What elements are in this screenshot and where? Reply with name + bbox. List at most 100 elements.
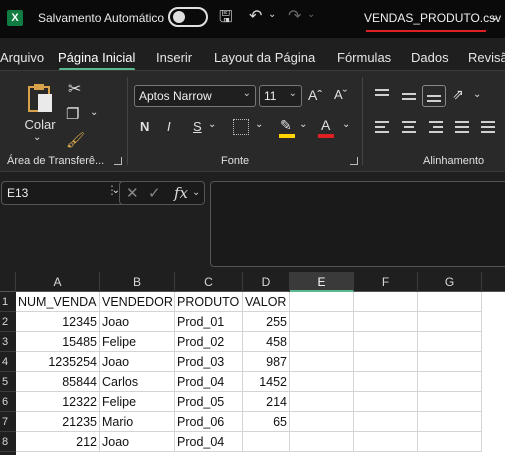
table-cell[interactable] (290, 412, 354, 432)
header-cell[interactable]: PRODUTO (175, 292, 243, 312)
table-cell[interactable]: Prod_03 (175, 352, 243, 372)
table-cell[interactable]: Joao (100, 432, 175, 452)
table-cell[interactable]: Mario (100, 412, 175, 432)
header-cell[interactable] (354, 292, 418, 312)
align-bottom-button[interactable] (422, 85, 446, 107)
tab-inserir[interactable]: Inserir (156, 50, 192, 65)
table-cell[interactable] (243, 432, 290, 452)
decrease-indent-icon[interactable] (455, 121, 469, 136)
table-cell[interactable] (354, 392, 418, 412)
table-cell[interactable]: 21235 (16, 412, 100, 432)
table-cell[interactable]: Prod_04 (175, 372, 243, 392)
column-header[interactable]: A (16, 272, 100, 292)
table-cell[interactable]: Joao (100, 352, 175, 372)
table-cell[interactable] (354, 372, 418, 392)
column-header[interactable]: D (243, 272, 290, 292)
enter-icon[interactable]: ✓ (148, 184, 161, 202)
paste-label[interactable]: Colar (22, 117, 58, 132)
table-cell[interactable]: 1235254 (16, 352, 100, 372)
row-header[interactable]: 5 (0, 372, 16, 392)
chevron-down-icon[interactable]: ⌄ (208, 119, 216, 130)
table-cell[interactable]: 12322 (16, 392, 100, 412)
tab-formulas[interactable]: Fórmulas (337, 50, 391, 65)
table-cell[interactable] (354, 332, 418, 352)
table-cell[interactable]: Felipe (100, 392, 175, 412)
table-cell[interactable]: 458 (243, 332, 290, 352)
table-cell[interactable] (290, 392, 354, 412)
chevron-down-icon[interactable]: ⌄ (490, 9, 500, 23)
font-launcher-icon[interactable] (350, 157, 358, 165)
borders-icon[interactable] (233, 119, 249, 135)
table-cell[interactable] (290, 332, 354, 352)
chevron-down-icon[interactable]: ⌄ (90, 107, 98, 118)
table-cell[interactable] (290, 372, 354, 392)
cut-icon[interactable]: ✂ (68, 79, 81, 99)
table-cell[interactable]: 1452 (243, 372, 290, 392)
align-center-icon[interactable] (402, 121, 416, 136)
table-cell[interactable]: Prod_05 (175, 392, 243, 412)
table-cell[interactable] (354, 312, 418, 332)
row-header[interactable]: 3 (0, 332, 16, 352)
align-middle-icon[interactable] (402, 93, 416, 103)
table-cell[interactable] (418, 392, 482, 412)
chevron-down-icon[interactable]: ⌄ (342, 119, 350, 130)
bold-button[interactable]: N (140, 119, 149, 134)
insert-function-icon[interactable]: fx (174, 184, 188, 202)
table-cell[interactable]: 255 (243, 312, 290, 332)
spreadsheet-grid[interactable]: A B C D E F G 1 2 3 4 5 6 7 8 NUM_VENDA V… (0, 272, 505, 455)
orientation-icon[interactable]: ⇗ (452, 86, 464, 103)
column-header[interactable]: F (354, 272, 418, 292)
row-header[interactable]: 1 (0, 292, 16, 312)
row-header[interactable]: 4 (0, 352, 16, 372)
table-cell[interactable]: 12345 (16, 312, 100, 332)
table-cell[interactable]: 15485 (16, 332, 100, 352)
table-cell[interactable]: Carlos (100, 372, 175, 392)
table-cell[interactable]: 212 (16, 432, 100, 452)
tab-dados[interactable]: Dados (411, 50, 449, 65)
chevron-down-icon[interactable]: ⌄ (299, 119, 307, 130)
header-cell[interactable]: VALOR (243, 292, 290, 312)
cancel-icon[interactable]: ✕ (126, 184, 139, 202)
table-cell[interactable]: Prod_02 (175, 332, 243, 352)
align-right-icon[interactable] (429, 121, 443, 136)
underline-button[interactable]: S (193, 119, 202, 134)
chevron-down-icon[interactable]: ⌄ (255, 119, 263, 130)
font-color-icon[interactable]: A (321, 117, 330, 133)
table-cell[interactable] (418, 432, 482, 452)
undo-icon[interactable]: ↶ (249, 6, 262, 26)
save-icon[interactable]: 🖫 (219, 6, 233, 33)
redo-dropdown-icon[interactable]: ⌄ (307, 9, 315, 20)
select-all-corner[interactable] (0, 272, 16, 292)
table-cell[interactable] (418, 312, 482, 332)
column-header[interactable]: C (175, 272, 243, 292)
table-cell[interactable] (418, 352, 482, 372)
table-cell[interactable]: Prod_04 (175, 432, 243, 452)
table-cell[interactable] (418, 332, 482, 352)
autosave-toggle[interactable] (168, 7, 208, 27)
table-cell[interactable] (354, 352, 418, 372)
italic-button[interactable]: I (167, 119, 171, 134)
font-name-dropdown[interactable]: Aptos Narrow ⌄ (134, 85, 256, 107)
table-cell[interactable]: 65 (243, 412, 290, 432)
header-cell[interactable]: VENDEDOR (100, 292, 175, 312)
formula-input[interactable] (210, 181, 505, 267)
redo-icon[interactable]: ↷ (288, 6, 301, 26)
row-header[interactable]: 2 (0, 312, 16, 332)
column-header[interactable]: B (100, 272, 175, 292)
align-top-icon[interactable] (375, 89, 389, 99)
table-cell[interactable]: 214 (243, 392, 290, 412)
decrease-font-icon[interactable]: Aˇ (334, 87, 347, 102)
table-cell[interactable]: Prod_06 (175, 412, 243, 432)
chevron-down-icon[interactable]: ⌄ (473, 89, 481, 100)
row-header[interactable]: 6 (0, 392, 16, 412)
table-cell[interactable] (418, 372, 482, 392)
tab-layout[interactable]: Layout da Página (214, 50, 315, 65)
tab-pagina-inicial[interactable]: Página Inicial (58, 50, 135, 65)
table-cell[interactable] (290, 312, 354, 332)
more-options-icon[interactable]: ⋮ (106, 183, 118, 197)
clipboard-launcher-icon[interactable] (114, 157, 122, 165)
font-size-dropdown[interactable]: 11 ⌄ (259, 85, 302, 107)
column-header-selected[interactable]: E (290, 272, 354, 292)
chevron-down-icon[interactable]: ⌄ (192, 187, 200, 198)
fill-color-icon[interactable]: ✎ (280, 117, 292, 134)
